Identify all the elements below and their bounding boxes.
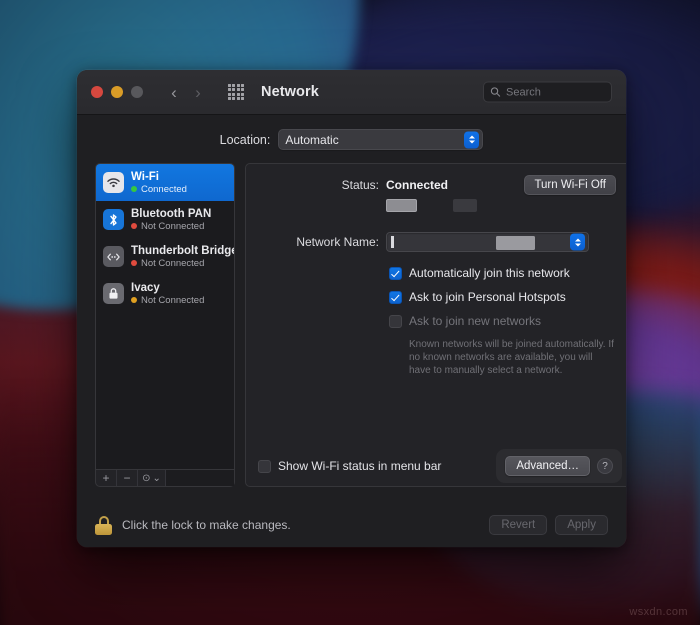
sidebar-item-text: Ivacy Not Connected bbox=[131, 282, 204, 306]
new-networks-checkbox bbox=[389, 315, 402, 328]
revert-button: Revert bbox=[489, 515, 548, 535]
advanced-button[interactable]: Advanced… bbox=[505, 456, 590, 476]
show-wifi-status-checkbox[interactable] bbox=[258, 460, 271, 473]
redacted-info-row bbox=[386, 199, 616, 212]
interface-status: Not Connected bbox=[131, 258, 227, 269]
help-button[interactable]: ? bbox=[597, 458, 613, 474]
chevron-updown-icon bbox=[464, 131, 480, 148]
search-input[interactable] bbox=[506, 86, 605, 98]
show-status-row[interactable]: Show Wi-Fi status in menu bar bbox=[258, 459, 441, 473]
minimize-button[interactable] bbox=[111, 86, 123, 98]
lock-area[interactable]: Click the lock to make changes. bbox=[95, 515, 291, 535]
show-all-grid-icon[interactable] bbox=[227, 83, 245, 101]
navigation-arrows: ‹ › bbox=[163, 81, 209, 103]
chevron-right-icon: › bbox=[195, 82, 201, 102]
wifi-options: Automatically join this network Ask to j… bbox=[389, 266, 616, 377]
interface-action-menu-button[interactable]: ⊙ ⌄ bbox=[138, 470, 166, 486]
chevron-left-icon[interactable]: ‹ bbox=[163, 81, 185, 103]
status-dot-amber bbox=[131, 297, 137, 303]
interface-name: Thunderbolt Bridge bbox=[131, 244, 235, 257]
closed-lock-icon[interactable] bbox=[95, 515, 112, 535]
network-name-select[interactable] bbox=[386, 232, 589, 252]
location-row: Location: Automatic bbox=[95, 129, 608, 150]
interface-status: Not Connected bbox=[131, 221, 211, 232]
status-value: Connected bbox=[386, 178, 449, 192]
interface-name: Wi-Fi bbox=[131, 170, 159, 183]
bluetooth-icon bbox=[103, 209, 124, 230]
auto-join-checkbox[interactable] bbox=[389, 267, 402, 280]
advanced-highlight: Advanced… ? bbox=[496, 449, 622, 483]
chevron-down-icon: ⌄ bbox=[152, 472, 161, 484]
option-personal-hotspots-row[interactable]: Ask to join Personal Hotspots bbox=[389, 290, 616, 304]
lock-text: Click the lock to make changes. bbox=[122, 518, 291, 532]
redacted-block-dark bbox=[453, 199, 477, 212]
helper-text: Known networks will be joined automatica… bbox=[409, 339, 614, 376]
interface-status: Not Connected bbox=[131, 295, 204, 306]
detail-panel: Status: Connected Turn Wi-Fi Off Network… bbox=[245, 163, 626, 487]
show-wifi-status-label: Show Wi-Fi status in menu bar bbox=[278, 459, 442, 473]
status-label: Status: bbox=[341, 178, 379, 192]
redacted-network-name bbox=[496, 236, 535, 250]
toolbar-filler bbox=[166, 470, 234, 486]
detail-footer: Show Wi-Fi status in menu bar Advanced… … bbox=[246, 446, 626, 486]
sidebar: Wi-Fi Connected Bluetooth PAN Not Connec… bbox=[95, 163, 235, 487]
close-button[interactable] bbox=[91, 86, 103, 98]
redacted-block-light bbox=[386, 199, 417, 212]
turn-wifi-off-button[interactable]: Turn Wi-Fi Off bbox=[524, 175, 616, 195]
network-preferences-window: ‹ › Network Location: Automatic bbox=[77, 70, 626, 547]
interface-status: Connected bbox=[131, 184, 187, 195]
lock-icon bbox=[103, 283, 124, 304]
sidebar-item-wifi[interactable]: Wi-Fi Connected bbox=[96, 164, 234, 201]
personal-hotspots-label: Ask to join Personal Hotspots bbox=[409, 290, 566, 304]
interface-list: Wi-Fi Connected Bluetooth PAN Not Connec… bbox=[95, 163, 235, 470]
search-field[interactable] bbox=[483, 81, 612, 103]
option-new-networks-row: Ask to join new networks bbox=[389, 314, 616, 328]
gear-icon: ⊙ bbox=[142, 472, 151, 484]
sidebar-item-bluetooth-pan[interactable]: Bluetooth PAN Not Connected bbox=[96, 201, 234, 238]
interface-name: Ivacy bbox=[131, 281, 160, 294]
traffic-lights bbox=[91, 86, 143, 98]
watermark: wsxdn.com bbox=[629, 606, 688, 618]
status-dot-red bbox=[131, 223, 137, 229]
location-value: Automatic bbox=[285, 132, 339, 147]
remove-interface-button[interactable]: − bbox=[117, 470, 138, 486]
interface-list-toolbar: + − ⊙ ⌄ bbox=[95, 470, 235, 487]
sidebar-item-text: Bluetooth PAN Not Connected bbox=[131, 208, 211, 232]
interface-name: Bluetooth PAN bbox=[131, 207, 212, 220]
location-label: Location: bbox=[219, 132, 271, 147]
page-title: Network bbox=[261, 84, 319, 100]
content-split: Wi-Fi Connected Bluetooth PAN Not Connec… bbox=[95, 163, 626, 487]
search-icon bbox=[490, 87, 501, 97]
apply-button: Apply bbox=[555, 515, 608, 535]
location-select[interactable]: Automatic bbox=[278, 129, 484, 150]
network-name-label: Network Name: bbox=[296, 235, 379, 249]
add-interface-button[interactable]: + bbox=[96, 470, 117, 486]
window-body: Location: Automatic Wi-Fi Connected Blue… bbox=[77, 115, 626, 503]
chevron-updown-icon bbox=[570, 233, 585, 251]
sidebar-item-ivacy[interactable]: Ivacy Not Connected bbox=[96, 275, 234, 312]
wifi-icon bbox=[103, 172, 124, 193]
window-footer: Click the lock to make changes. Revert A… bbox=[77, 503, 626, 547]
window-titlebar: ‹ › Network bbox=[77, 70, 626, 115]
status-dot-red bbox=[131, 260, 137, 266]
network-name-row: Network Name: bbox=[260, 232, 616, 252]
new-networks-label: Ask to join new networks bbox=[409, 314, 542, 328]
footer-buttons: Revert Apply bbox=[489, 515, 608, 535]
option-auto-join-row[interactable]: Automatically join this network bbox=[389, 266, 616, 280]
sidebar-item-text: Thunderbolt Bridge Not Connected bbox=[131, 244, 235, 269]
status-dot-green bbox=[131, 186, 137, 192]
personal-hotspots-checkbox[interactable] bbox=[389, 291, 402, 304]
zoom-button bbox=[131, 86, 143, 98]
auto-join-label: Automatically join this network bbox=[409, 266, 570, 280]
text-caret bbox=[391, 236, 394, 248]
thunderbolt-icon bbox=[103, 246, 124, 267]
sidebar-item-thunderbolt-bridge[interactable]: Thunderbolt Bridge Not Connected bbox=[96, 238, 234, 275]
sidebar-item-text: Wi-Fi Connected bbox=[131, 171, 187, 195]
